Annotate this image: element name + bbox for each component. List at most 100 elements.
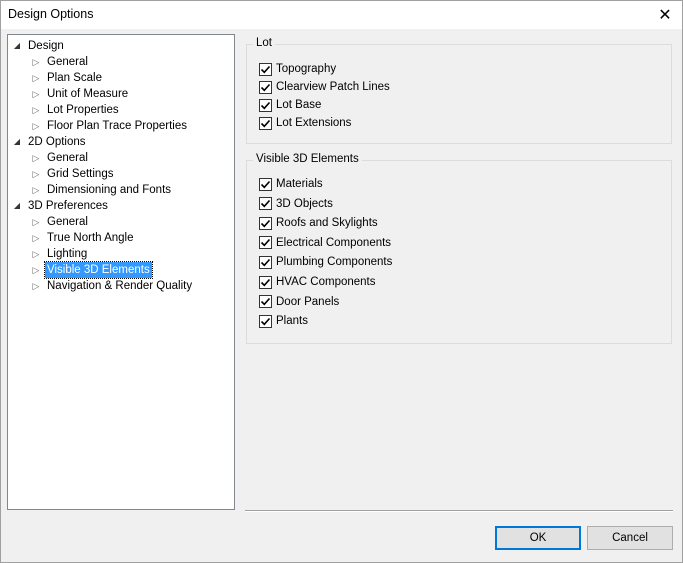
- cancel-button[interactable]: Cancel: [587, 526, 673, 550]
- checkbox[interactable]: [259, 314, 272, 328]
- collapsed-arrow-icon[interactable]: ▷: [30, 230, 42, 246]
- tree-item-label: General: [47, 152, 88, 164]
- tree-item[interactable]: ▷ Lighting: [30, 246, 89, 262]
- expanded-arrow-icon[interactable]: ◢: [11, 198, 23, 214]
- tree-item[interactable]: ▷ Unit of Measure: [30, 86, 130, 102]
- checkbox-label: Topography: [276, 63, 337, 75]
- tree-item[interactable]: ▷ General: [30, 150, 90, 166]
- checkbox-option[interactable]: Roofs and Skylights: [259, 215, 378, 231]
- checkmark-icon: [260, 298, 271, 306]
- checkbox-option[interactable]: Clearview Patch Lines: [259, 79, 390, 95]
- checkbox[interactable]: [259, 80, 272, 94]
- lot-group: Lot Topography Clearview Patch Lines Lot B…: [246, 37, 672, 144]
- checkbox-option[interactable]: Plants: [259, 313, 308, 329]
- options-tree[interactable]: ◢ Design ▷ General ▷ Plan Scale ▷ Unit of Measu…: [7, 34, 235, 510]
- checkbox[interactable]: [259, 197, 272, 211]
- lot-group-title: Lot: [253, 37, 275, 49]
- checkbox-option[interactable]: Lot Extensions: [259, 115, 351, 131]
- tree-item[interactable]: ▷ True North Angle: [30, 230, 136, 246]
- checkbox-option[interactable]: Lot Base: [259, 97, 321, 113]
- tree-item-label: Visible 3D Elements: [44, 261, 153, 279]
- tree-item-label: Grid Settings: [47, 168, 114, 180]
- checkbox-label: Roofs and Skylights: [276, 217, 378, 230]
- collapsed-arrow-icon[interactable]: ▷: [30, 54, 42, 70]
- checkmark-icon: [260, 180, 271, 188]
- tree-item[interactable]: ▷ Navigation & Render Quality: [30, 278, 194, 294]
- collapsed-arrow-icon[interactable]: ▷: [30, 70, 42, 86]
- tree-item-label: Floor Plan Trace Properties: [47, 120, 187, 132]
- collapsed-arrow-icon[interactable]: ▷: [30, 246, 42, 262]
- expanded-arrow-icon[interactable]: ◢: [11, 38, 23, 54]
- tree-item[interactable]: ◢ 3D Preferences: [11, 198, 110, 214]
- checkmark-icon: [260, 239, 271, 247]
- tree-item-label: Lighting: [47, 248, 88, 260]
- tree-item-label: General: [47, 216, 88, 228]
- checkbox[interactable]: [259, 216, 272, 230]
- tree-item[interactable]: ▷ Plan Scale: [30, 70, 104, 86]
- checkmark-icon: [260, 119, 271, 127]
- collapsed-arrow-icon[interactable]: ▷: [30, 102, 42, 118]
- tree-item-label: True North Angle: [47, 232, 134, 244]
- title-bar[interactable]: Design Options ✕: [1, 1, 682, 29]
- checkbox[interactable]: [259, 98, 272, 112]
- checkbox-label: Plumbing Components: [276, 256, 393, 269]
- tree-item-label: Navigation & Render Quality: [47, 280, 193, 292]
- checkbox-label: Lot Extensions: [276, 117, 352, 129]
- design-options-dialog: Design Options ✕ ◢ Design ▷ General ▷ Plan Sc…: [0, 0, 683, 563]
- checkbox[interactable]: [259, 275, 272, 289]
- tree-item-label: Plan Scale: [47, 72, 102, 84]
- tree-item[interactable]: ▷ Grid Settings: [30, 166, 115, 182]
- checkbox[interactable]: [259, 62, 272, 76]
- checkmark-icon: [260, 258, 271, 267]
- checkbox-option[interactable]: Materials: [259, 176, 323, 192]
- tree-item-label: 2D Options: [28, 136, 86, 148]
- tree-item[interactable]: ▷ General: [30, 214, 90, 230]
- checkbox[interactable]: [259, 116, 272, 130]
- checkbox[interactable]: [259, 177, 272, 191]
- checkbox-option[interactable]: 3D Objects: [259, 196, 333, 212]
- checkbox-option[interactable]: Plumbing Components: [259, 254, 392, 270]
- tree-item-label: Design: [28, 40, 64, 52]
- checkbox-option[interactable]: Topography: [259, 61, 336, 77]
- checkmark-icon: [260, 317, 271, 326]
- checkbox-option[interactable]: Door Panels: [259, 294, 339, 310]
- collapsed-arrow-icon[interactable]: ▷: [30, 150, 42, 166]
- expanded-arrow-icon[interactable]: ◢: [11, 134, 23, 150]
- checkbox-option[interactable]: Electrical Components: [259, 235, 391, 251]
- tree-item-label: General: [47, 56, 88, 68]
- checkbox[interactable]: [259, 236, 272, 250]
- checkbox-label: Lot Base: [276, 99, 322, 111]
- checkmark-icon: [260, 278, 271, 286]
- window-title: Design Options: [8, 7, 94, 21]
- checkbox-label: Plants: [276, 315, 308, 328]
- ok-button[interactable]: OK: [495, 526, 581, 550]
- collapsed-arrow-icon[interactable]: ▷: [30, 118, 42, 134]
- close-icon: ✕: [658, 7, 672, 24]
- tree-item[interactable]: ▷ Dimensioning and Fonts: [30, 182, 173, 198]
- checkmark-icon: [260, 200, 271, 208]
- collapsed-arrow-icon[interactable]: ▷: [30, 182, 42, 198]
- checkbox[interactable]: [259, 255, 272, 269]
- close-button[interactable]: ✕: [648, 1, 682, 29]
- checkbox-label: Electrical Components: [276, 236, 392, 249]
- collapsed-arrow-icon[interactable]: ▷: [30, 262, 42, 278]
- checkbox-label: HVAC Components: [276, 276, 376, 288]
- collapsed-arrow-icon[interactable]: ▷: [30, 86, 42, 102]
- tree-item[interactable]: ▷ Floor Plan Trace Properties: [30, 118, 189, 134]
- separator: [245, 510, 673, 512]
- checkbox-label: Door Panels: [276, 295, 340, 308]
- tree-item[interactable]: ▷ Lot Properties: [30, 102, 121, 118]
- collapsed-arrow-icon[interactable]: ▷: [30, 278, 42, 294]
- tree-item-label: Lot Properties: [47, 104, 119, 116]
- tree-item[interactable]: ▷ General: [30, 54, 90, 70]
- tree-item-label: 3D Preferences: [28, 200, 108, 212]
- checkbox-option[interactable]: HVAC Components: [259, 274, 376, 290]
- collapsed-arrow-icon[interactable]: ▷: [30, 166, 42, 182]
- tree-item[interactable]: ◢ Design: [11, 38, 66, 54]
- visible-3d-elements-group: Visible 3D Elements Materials 3D Objects R…: [246, 153, 672, 344]
- checkbox[interactable]: [259, 295, 272, 309]
- tree-item[interactable]: ◢ 2D Options: [11, 134, 88, 150]
- tree-item[interactable]: ▷ Visible 3D Elements: [30, 261, 153, 279]
- collapsed-arrow-icon[interactable]: ▷: [30, 214, 42, 230]
- tree-item-label: Unit of Measure: [47, 88, 129, 100]
